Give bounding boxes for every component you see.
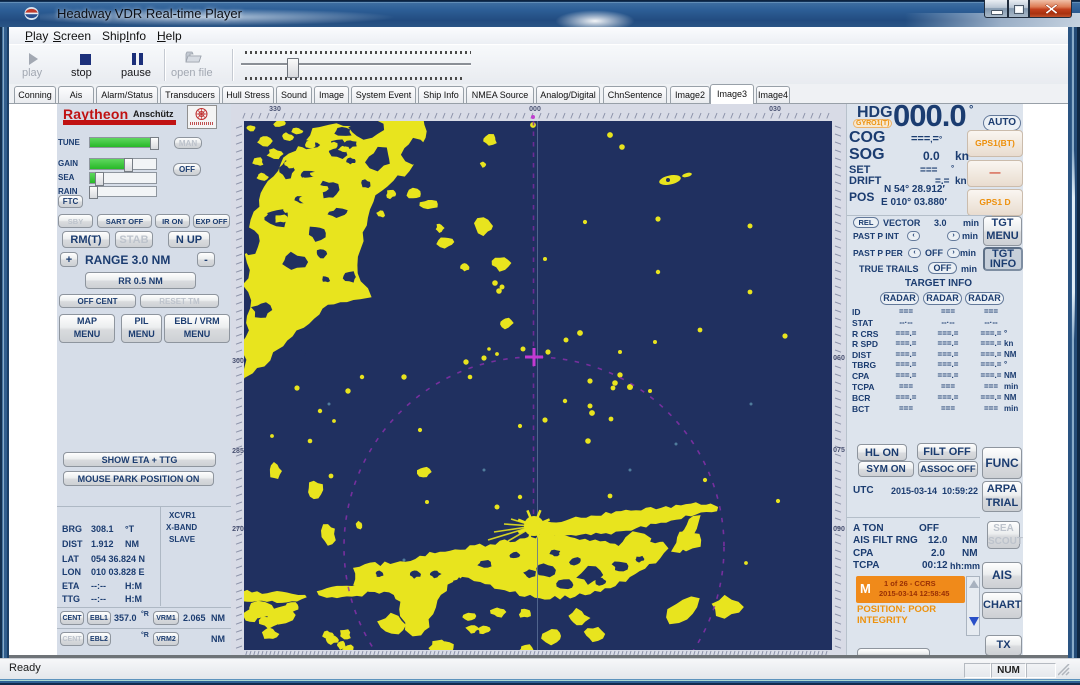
svg-text:030: 030: [769, 106, 781, 113]
svg-text:270: 270: [232, 526, 244, 533]
svg-text:060: 060: [833, 355, 845, 362]
svg-text:000: 000: [529, 106, 541, 113]
svg-text:285: 285: [232, 448, 244, 455]
svg-text:300: 300: [232, 358, 244, 365]
svg-text:075: 075: [833, 447, 845, 454]
svg-text:090: 090: [833, 526, 845, 533]
svg-text:330: 330: [269, 106, 281, 113]
